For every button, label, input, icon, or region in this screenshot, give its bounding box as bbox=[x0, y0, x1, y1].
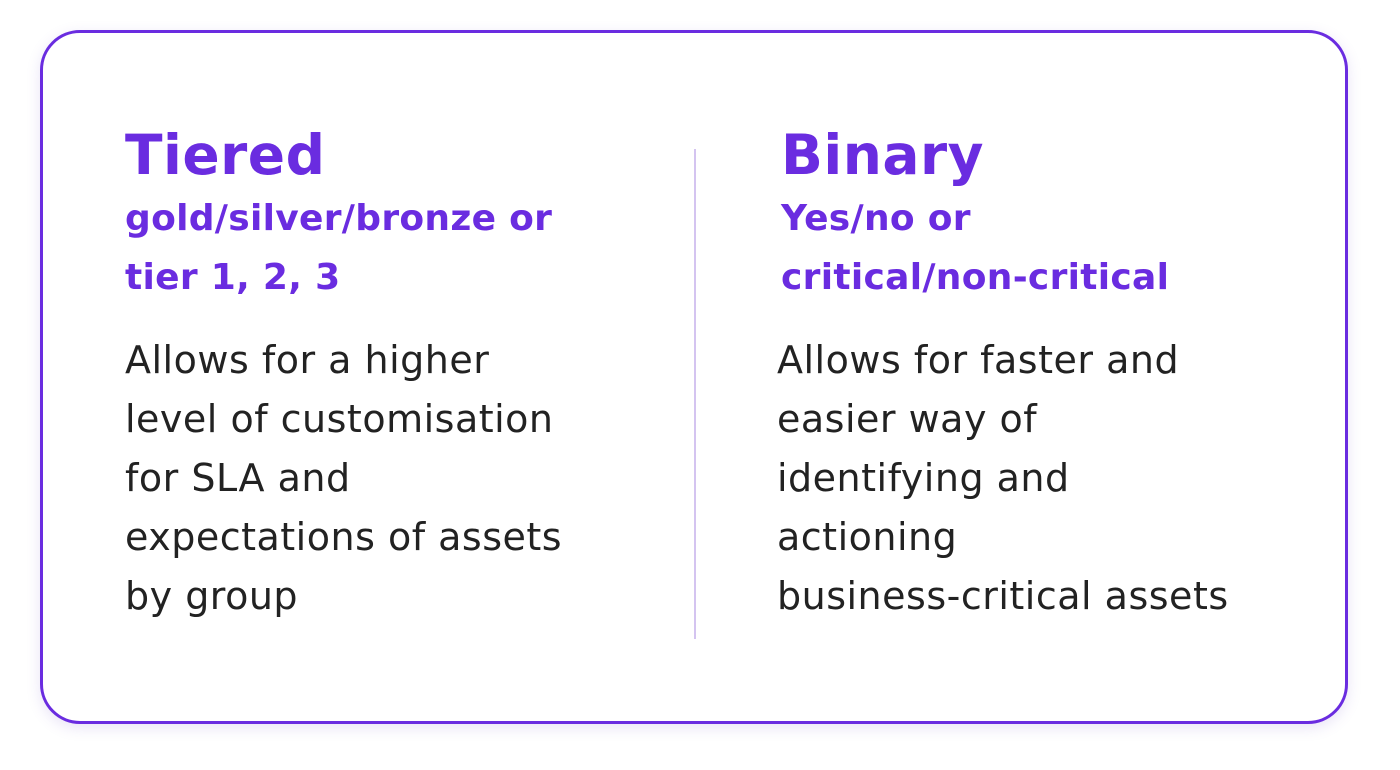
tiered-column: Tiered gold/silver/bronze or tier 1, 2, … bbox=[125, 121, 685, 626]
tiered-description: Allows for a higher level of customisati… bbox=[125, 338, 563, 618]
column-divider bbox=[694, 149, 696, 639]
tiered-title: Tiered bbox=[125, 123, 326, 187]
tiered-subtitle: gold/silver/bronze or tier 1, 2, 3 bbox=[125, 198, 553, 298]
binary-subtitle: Yes/no or critical/non-critical bbox=[781, 198, 1170, 298]
binary-title: Binary bbox=[781, 123, 985, 187]
comparison-card: Tiered gold/silver/bronze or tier 1, 2, … bbox=[40, 30, 1348, 724]
binary-column: Binary Yes/no or critical/non-critical A… bbox=[777, 121, 1337, 626]
binary-description: Allows for faster and easier way of iden… bbox=[777, 338, 1229, 618]
